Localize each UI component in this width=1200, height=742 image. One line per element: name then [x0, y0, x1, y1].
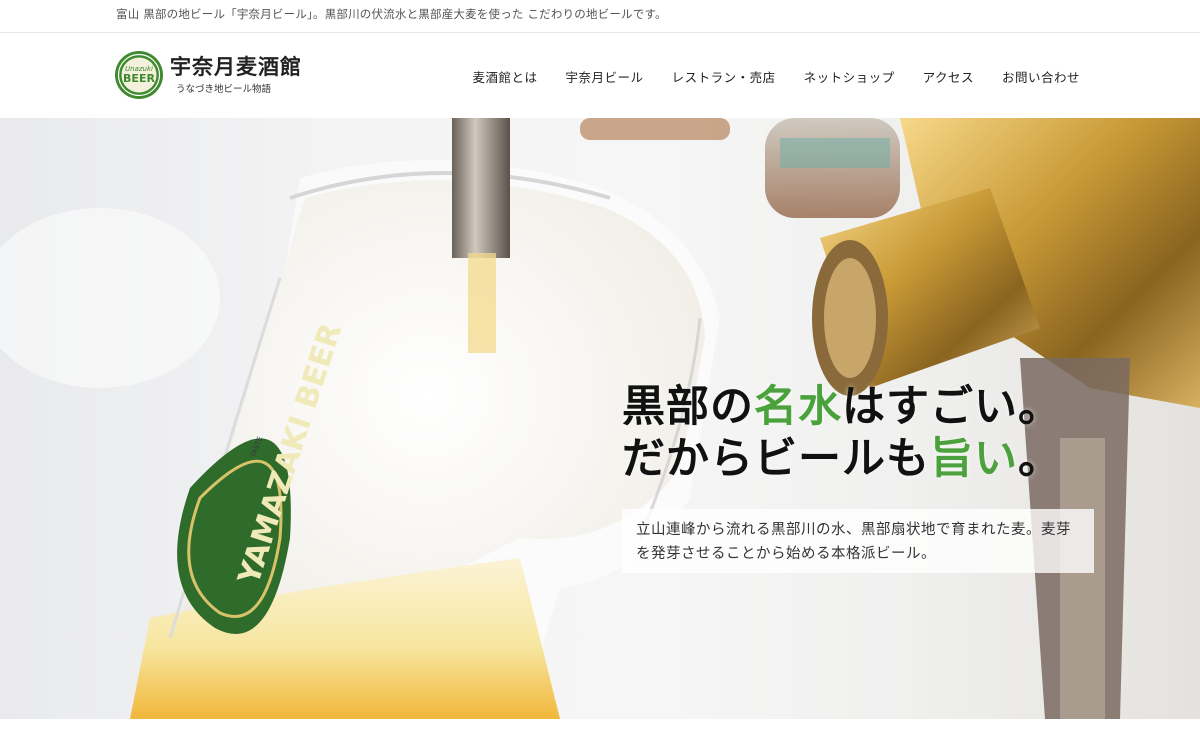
site-header: Unazuki BEER 宇奈月麦酒館 うなづき地ビール物語 麦酒館とは 宇奈月…: [0, 33, 1200, 118]
site-tagline: 富山 黒部の地ビール「宇奈月ビール」。黒部川の伏流水と黒部産大麦を使った こだわ…: [116, 7, 667, 21]
main-navigation: 麦酒館とは 宇奈月ビール レストラン・売店 ネットショップ アクセス お問い合わ…: [445, 67, 1080, 86]
site-title: 宇奈月麦酒館: [170, 54, 302, 79]
site-subtitle: うなづき地ビール物語: [176, 84, 272, 95]
nav-item-beer[interactable]: 宇奈月ビール: [566, 67, 644, 86]
nav-item-contact[interactable]: お問い合わせ: [1002, 67, 1080, 86]
nav-item-access[interactable]: アクセス: [923, 67, 974, 86]
hero-section: YAMAZAKI BEER TASTE 黒部の名水はすごい。 だからビールも旨い…: [0, 118, 1200, 719]
headline-line-2: だからビールも旨い。: [622, 434, 1062, 484]
site-logo[interactable]: Unazuki BEER 宇奈月麦酒館 うなづき地ビール物語: [114, 50, 302, 100]
nav-item-netshop[interactable]: ネットショップ: [804, 67, 895, 86]
svg-text:BEER: BEER: [123, 72, 155, 85]
headline-line-1: 黒部の名水はすごい。: [622, 382, 1062, 432]
hero-caption: 立山連峰から流れる黒部川の水、黒部扇状地で育まれた麦。麦芽を発芽させることから始…: [622, 509, 1094, 573]
hero-headline: 黒部の名水はすごい。 だからビールも旨い。: [622, 381, 1062, 485]
content-start-strip: [0, 719, 1200, 742]
beer-badge-icon: Unazuki BEER: [115, 51, 163, 99]
top-info-bar: 富山 黒部の地ビール「宇奈月ビール」。黒部川の伏流水と黒部産大麦を使った こだわ…: [0, 0, 1200, 33]
nav-item-restaurant[interactable]: レストラン・売店: [672, 67, 776, 86]
nav-item-about[interactable]: 麦酒館とは: [473, 67, 538, 86]
